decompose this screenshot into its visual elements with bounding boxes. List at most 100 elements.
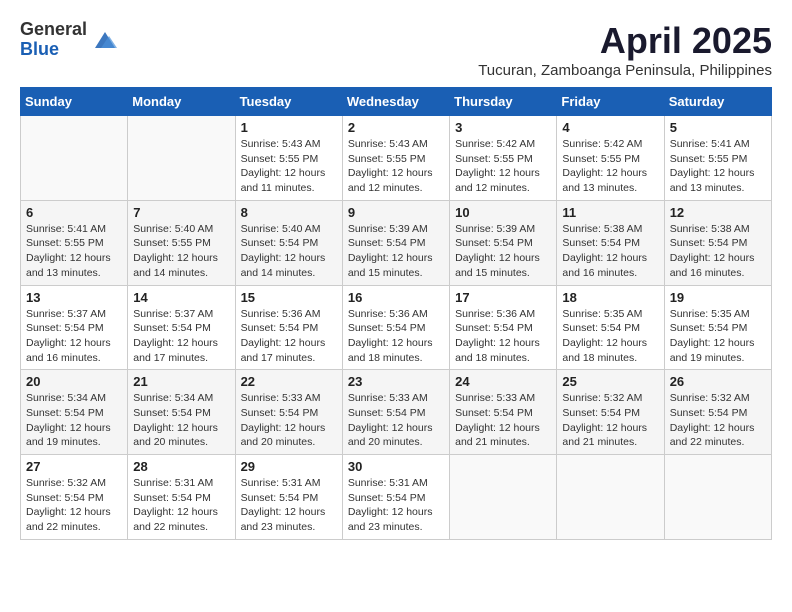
day-number: 18 — [562, 290, 658, 305]
cell-content: Sunrise: 5:33 AM Sunset: 5:54 PM Dayligh… — [348, 391, 444, 450]
cell-content: Sunrise: 5:34 AM Sunset: 5:54 PM Dayligh… — [133, 391, 229, 450]
cell-content: Sunrise: 5:35 AM Sunset: 5:54 PM Dayligh… — [670, 307, 766, 366]
day-header-friday: Friday — [557, 88, 664, 116]
cell-content: Sunrise: 5:41 AM Sunset: 5:55 PM Dayligh… — [670, 137, 766, 196]
calendar-cell: 23 Sunrise: 5:33 AM Sunset: 5:54 PM Dayli… — [342, 370, 449, 455]
calendar-week-row: 27Sunrise: 5:32 AM Sunset: 5:54 PM Dayli… — [21, 455, 772, 540]
cell-content: Sunrise: 5:40 AM Sunset: 5:54 PM Dayligh… — [241, 222, 337, 281]
day-number: 29 — [241, 459, 337, 474]
month-year-title: April 2025 — [478, 20, 772, 62]
calendar-cell: 11 Sunrise: 5:38 AM Sunset: 5:54 PM Dayli… — [557, 200, 664, 285]
cell-content: Sunrise: 5:42 AM Sunset: 5:55 PM Dayligh… — [455, 137, 551, 196]
day-number: 17 — [455, 290, 551, 305]
calendar-header-row: SundayMondayTuesdayWednesdayThursdayFrid… — [21, 88, 772, 116]
calendar-cell: 2 Sunrise: 5:43 AM Sunset: 5:55 PM Daylig… — [342, 116, 449, 201]
cell-content: Sunrise: 5:37 AM Sunset: 5:54 PM Dayligh… — [133, 307, 229, 366]
cell-content: Sunrise: 5:36 AM Sunset: 5:54 PM Dayligh… — [241, 307, 337, 366]
day-number: 24 — [455, 374, 551, 389]
calendar-cell — [557, 455, 664, 540]
cell-content: Sunrise: 5:32 AM Sunset: 5:54 PM Dayligh… — [670, 391, 766, 450]
calendar-cell: 27Sunrise: 5:32 AM Sunset: 5:54 PM Dayli… — [21, 455, 128, 540]
day-number: 27 — [26, 459, 122, 474]
logo: General Blue — [20, 20, 119, 60]
calendar-cell: 20Sunrise: 5:34 AM Sunset: 5:54 PM Dayli… — [21, 370, 128, 455]
calendar-cell: 15 Sunrise: 5:36 AM Sunset: 5:54 PM Dayli… — [235, 285, 342, 370]
calendar-cell: 29 Sunrise: 5:31 AM Sunset: 5:54 PM Dayli… — [235, 455, 342, 540]
day-header-sunday: Sunday — [21, 88, 128, 116]
calendar-cell: 14 Sunrise: 5:37 AM Sunset: 5:54 PM Dayli… — [128, 285, 235, 370]
calendar-week-row: 13 Sunrise: 5:37 AM Sunset: 5:54 PM Dayli… — [21, 285, 772, 370]
calendar-cell: 17 Sunrise: 5:36 AM Sunset: 5:54 PM Dayli… — [450, 285, 557, 370]
calendar-cell: 18Sunrise: 5:35 AM Sunset: 5:54 PM Dayli… — [557, 285, 664, 370]
cell-content: Sunrise: 5:40 AM Sunset: 5:55 PM Dayligh… — [133, 222, 229, 281]
day-number: 5 — [670, 120, 766, 135]
calendar-cell: 12Sunrise: 5:38 AM Sunset: 5:54 PM Dayli… — [664, 200, 771, 285]
calendar-cell — [128, 116, 235, 201]
calendar-cell: 8 Sunrise: 5:40 AM Sunset: 5:54 PM Daylig… — [235, 200, 342, 285]
cell-content: Sunrise: 5:33 AM Sunset: 5:54 PM Dayligh… — [241, 391, 337, 450]
day-number: 16 — [348, 290, 444, 305]
calendar-table: SundayMondayTuesdayWednesdayThursdayFrid… — [20, 87, 772, 540]
cell-content: Sunrise: 5:34 AM Sunset: 5:54 PM Dayligh… — [26, 391, 122, 450]
day-number: 3 — [455, 120, 551, 135]
calendar-cell: 6Sunrise: 5:41 AM Sunset: 5:55 PM Daylig… — [21, 200, 128, 285]
cell-content: Sunrise: 5:31 AM Sunset: 5:54 PM Dayligh… — [133, 476, 229, 535]
calendar-cell: 16 Sunrise: 5:36 AM Sunset: 5:54 PM Dayli… — [342, 285, 449, 370]
cell-content: Sunrise: 5:37 AM Sunset: 5:54 PM Dayligh… — [26, 307, 122, 366]
cell-content: Sunrise: 5:39 AM Sunset: 5:54 PM Dayligh… — [348, 222, 444, 281]
day-number: 2 — [348, 120, 444, 135]
day-header-wednesday: Wednesday — [342, 88, 449, 116]
logo-general-text: General — [20, 20, 87, 40]
calendar-cell: 28 Sunrise: 5:31 AM Sunset: 5:54 PM Dayli… — [128, 455, 235, 540]
day-number: 12 — [670, 205, 766, 220]
day-header-tuesday: Tuesday — [235, 88, 342, 116]
day-number: 22 — [241, 374, 337, 389]
calendar-cell: 19 Sunrise: 5:35 AM Sunset: 5:54 PM Dayli… — [664, 285, 771, 370]
day-number: 10 — [455, 205, 551, 220]
day-number: 14 — [133, 290, 229, 305]
day-header-thursday: Thursday — [450, 88, 557, 116]
day-number: 15 — [241, 290, 337, 305]
cell-content: Sunrise: 5:39 AM Sunset: 5:54 PM Dayligh… — [455, 222, 551, 281]
calendar-cell: 21 Sunrise: 5:34 AM Sunset: 5:54 PM Dayli… — [128, 370, 235, 455]
day-number: 1 — [241, 120, 337, 135]
day-header-saturday: Saturday — [664, 88, 771, 116]
calendar-cell: 25Sunrise: 5:32 AM Sunset: 5:54 PM Dayli… — [557, 370, 664, 455]
calendar-cell — [664, 455, 771, 540]
calendar-cell: 13 Sunrise: 5:37 AM Sunset: 5:54 PM Dayli… — [21, 285, 128, 370]
cell-content: Sunrise: 5:43 AM Sunset: 5:55 PM Dayligh… — [348, 137, 444, 196]
day-number: 13 — [26, 290, 122, 305]
day-number: 7 — [133, 205, 229, 220]
day-number: 28 — [133, 459, 229, 474]
day-number: 23 — [348, 374, 444, 389]
calendar-week-row: 6Sunrise: 5:41 AM Sunset: 5:55 PM Daylig… — [21, 200, 772, 285]
day-number: 11 — [562, 205, 658, 220]
cell-content: Sunrise: 5:38 AM Sunset: 5:54 PM Dayligh… — [562, 222, 658, 281]
day-number: 21 — [133, 374, 229, 389]
calendar-cell: 24Sunrise: 5:33 AM Sunset: 5:54 PM Dayli… — [450, 370, 557, 455]
calendar-cell — [21, 116, 128, 201]
cell-content: Sunrise: 5:42 AM Sunset: 5:55 PM Dayligh… — [562, 137, 658, 196]
title-section: April 2025 Tucuran, Zamboanga Peninsula,… — [478, 20, 772, 79]
calendar-cell: 9Sunrise: 5:39 AM Sunset: 5:54 PM Daylig… — [342, 200, 449, 285]
calendar-week-row: 20Sunrise: 5:34 AM Sunset: 5:54 PM Dayli… — [21, 370, 772, 455]
cell-content: Sunrise: 5:31 AM Sunset: 5:54 PM Dayligh… — [241, 476, 337, 535]
calendar-cell: 3 Sunrise: 5:42 AM Sunset: 5:55 PM Daylig… — [450, 116, 557, 201]
day-number: 25 — [562, 374, 658, 389]
cell-content: Sunrise: 5:36 AM Sunset: 5:54 PM Dayligh… — [348, 307, 444, 366]
day-number: 8 — [241, 205, 337, 220]
calendar-cell: 1 Sunrise: 5:43 AM Sunset: 5:55 PM Daylig… — [235, 116, 342, 201]
cell-content: Sunrise: 5:36 AM Sunset: 5:54 PM Dayligh… — [455, 307, 551, 366]
cell-content: Sunrise: 5:43 AM Sunset: 5:55 PM Dayligh… — [241, 137, 337, 196]
logo-icon — [91, 26, 119, 54]
day-number: 19 — [670, 290, 766, 305]
logo-blue-text: Blue — [20, 40, 87, 60]
day-header-monday: Monday — [128, 88, 235, 116]
day-number: 26 — [670, 374, 766, 389]
day-number: 6 — [26, 205, 122, 220]
calendar-cell: 5 Sunrise: 5:41 AM Sunset: 5:55 PM Daylig… — [664, 116, 771, 201]
calendar-cell: 10 Sunrise: 5:39 AM Sunset: 5:54 PM Dayli… — [450, 200, 557, 285]
calendar-cell — [450, 455, 557, 540]
cell-content: Sunrise: 5:31 AM Sunset: 5:54 PM Dayligh… — [348, 476, 444, 535]
day-number: 30 — [348, 459, 444, 474]
